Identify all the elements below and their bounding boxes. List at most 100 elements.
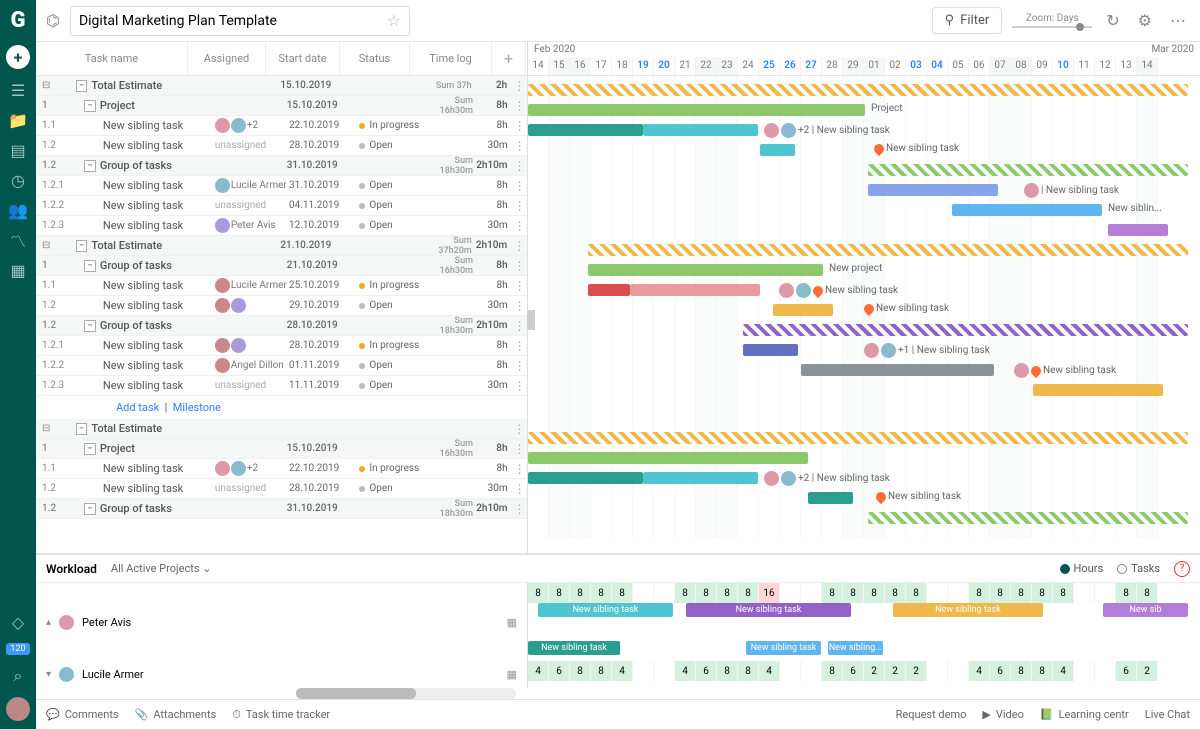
row-menu[interactable]: ⋮	[514, 279, 527, 293]
comments-button[interactable]: 💬Comments	[46, 708, 119, 721]
menu-icon[interactable]: ☰	[9, 81, 27, 99]
tracker-button[interactable]: ⏱Task time tracker	[232, 708, 330, 722]
day-header[interactable]: 24	[738, 57, 759, 75]
row-menu[interactable]: ⋮	[514, 379, 527, 393]
workload-bar[interactable]: New sibling task	[686, 603, 851, 617]
workload-cell[interactable]: 8	[612, 583, 633, 603]
collapse-icon[interactable]: ⊟	[42, 423, 50, 434]
workload-cell[interactable]: 8	[1032, 661, 1053, 681]
workload-cell[interactable]: 8	[906, 583, 927, 603]
star-icon[interactable]: ☆	[387, 11, 401, 30]
calendar-icon[interactable]: ▦	[507, 616, 517, 629]
task-row[interactable]: 1.2.3New sibling taskunassigned11.11.201…	[36, 376, 527, 396]
expand-toggle[interactable]: −	[76, 240, 88, 252]
workload-cell[interactable]: 8	[864, 583, 885, 603]
people-icon[interactable]: 👥	[9, 201, 27, 219]
day-header[interactable]: 21	[675, 57, 696, 75]
workload-cell[interactable]	[654, 661, 675, 681]
project-title[interactable]: Digital Marketing Plan Template	[79, 13, 387, 29]
help-icon[interactable]: ?	[1174, 561, 1190, 577]
row-menu[interactable]: ⋮	[514, 359, 527, 373]
gantt-bar[interactable]	[868, 512, 1188, 524]
row-menu[interactable]: ⋮	[514, 159, 527, 173]
workload-cell[interactable]: 8	[990, 583, 1011, 603]
notif-badge[interactable]: 120	[6, 643, 29, 655]
gantt-bar[interactable]	[808, 492, 853, 504]
expand-toggle[interactable]: −	[84, 320, 96, 332]
workload-cell[interactable]: 8	[1011, 583, 1032, 603]
workload-bar[interactable]: New sib	[1103, 603, 1188, 617]
search-icon[interactable]: ⌕	[9, 667, 27, 685]
workload-cell[interactable]: 4	[528, 661, 549, 681]
row-menu[interactable]: ⋮	[514, 482, 527, 496]
chart-icon[interactable]: 〽	[9, 231, 27, 249]
day-header[interactable]: 02	[885, 57, 906, 75]
gantt-bar[interactable]	[588, 284, 630, 296]
workload-cell[interactable]: 8	[570, 661, 591, 681]
row-menu[interactable]: ⋮	[514, 462, 527, 476]
workload-cell[interactable]: 4	[612, 661, 633, 681]
workload-cell[interactable]: 8	[1116, 583, 1137, 603]
workload-cell[interactable]	[780, 583, 801, 603]
list-icon[interactable]: ▤	[9, 141, 27, 159]
folder-icon[interactable]: 📁	[9, 111, 27, 129]
task-row[interactable]: 1.2New sibling task29.10.2019Open30m⋮	[36, 296, 527, 316]
history-icon[interactable]: ↻	[1102, 7, 1123, 34]
chevron-icon[interactable]: ▴	[46, 617, 51, 628]
day-header[interactable]: 01	[864, 57, 885, 75]
day-header[interactable]: 05	[948, 57, 969, 75]
hours-radio[interactable]: Hours	[1060, 562, 1104, 575]
row-menu[interactable]: ⋮	[514, 139, 527, 153]
expand-toggle[interactable]: −	[84, 100, 96, 112]
row-menu[interactable]: ⋮	[514, 319, 527, 333]
learning-link[interactable]: 📗Learning centr	[1040, 708, 1129, 721]
day-header[interactable]: 16	[570, 57, 591, 75]
expand-toggle[interactable]: −	[84, 443, 96, 455]
workload-cell[interactable]: 6	[549, 661, 570, 681]
hierarchy-icon[interactable]: ⌬	[46, 11, 60, 30]
expand-toggle[interactable]: −	[76, 423, 88, 435]
task-row[interactable]: ⊟−Total Estimate15.10.2019Sum 37h2h⋮	[36, 76, 527, 96]
task-row[interactable]: 1.2−Group of tasks31.10.2019Sum 18h30m2h…	[36, 499, 527, 519]
workload-cell[interactable]: 8	[1137, 583, 1158, 603]
row-menu[interactable]: ⋮	[514, 199, 527, 213]
clock-icon[interactable]: ◷	[9, 171, 27, 189]
gantt-bar[interactable]	[528, 452, 808, 464]
task-row[interactable]: ⊟−Total Estimate21.10.2019Sum 37h20m2h10…	[36, 236, 527, 256]
gantt-bar[interactable]	[773, 304, 833, 316]
workload-cell[interactable]	[633, 661, 654, 681]
workload-cell[interactable]: 4	[969, 661, 990, 681]
workload-cell[interactable]	[1095, 583, 1116, 603]
grid-icon[interactable]: ▦	[9, 261, 27, 279]
task-row[interactable]: 1.2New sibling taskunassigned28.10.2019O…	[36, 479, 527, 499]
row-menu[interactable]: ⋮	[514, 179, 527, 193]
workload-cell[interactable]: 16	[759, 583, 780, 603]
workload-cell[interactable]: 8	[717, 583, 738, 603]
row-menu[interactable]: ⋮	[513, 239, 527, 253]
task-row[interactable]: 1.1New sibling task+222.10.2019In progre…	[36, 116, 527, 136]
gantt-bar[interactable]	[743, 344, 798, 356]
gantt-bar[interactable]	[952, 204, 1102, 216]
day-header[interactable]: 03	[906, 57, 927, 75]
add-task-link[interactable]: Add task	[116, 401, 159, 414]
more-icon[interactable]: ⋯	[1166, 7, 1190, 34]
workload-cell[interactable]	[927, 583, 948, 603]
day-header[interactable]: 11	[1074, 57, 1095, 75]
day-header[interactable]: 25	[759, 57, 780, 75]
workload-cell[interactable]: 8	[1011, 661, 1032, 681]
gantt-bar[interactable]	[528, 472, 643, 484]
day-header[interactable]: 17	[591, 57, 612, 75]
workload-cell[interactable]	[780, 661, 801, 681]
workload-cell[interactable]	[927, 661, 948, 681]
gantt-bar[interactable]	[1033, 384, 1163, 396]
gantt-bar[interactable]	[868, 164, 1188, 176]
workload-cell[interactable]: 8	[528, 583, 549, 603]
task-row[interactable]: ⊟−Total Estimate⋮	[36, 419, 527, 439]
gantt-bar[interactable]	[588, 244, 1188, 256]
filter-button[interactable]: ⚲ Filter	[932, 7, 1003, 34]
day-header[interactable]: 12	[1095, 57, 1116, 75]
workload-cell[interactable]: 2	[1137, 661, 1158, 681]
day-header[interactable]: 07	[990, 57, 1011, 75]
workload-cell[interactable]	[948, 661, 969, 681]
row-menu[interactable]: ⋮	[514, 339, 527, 353]
